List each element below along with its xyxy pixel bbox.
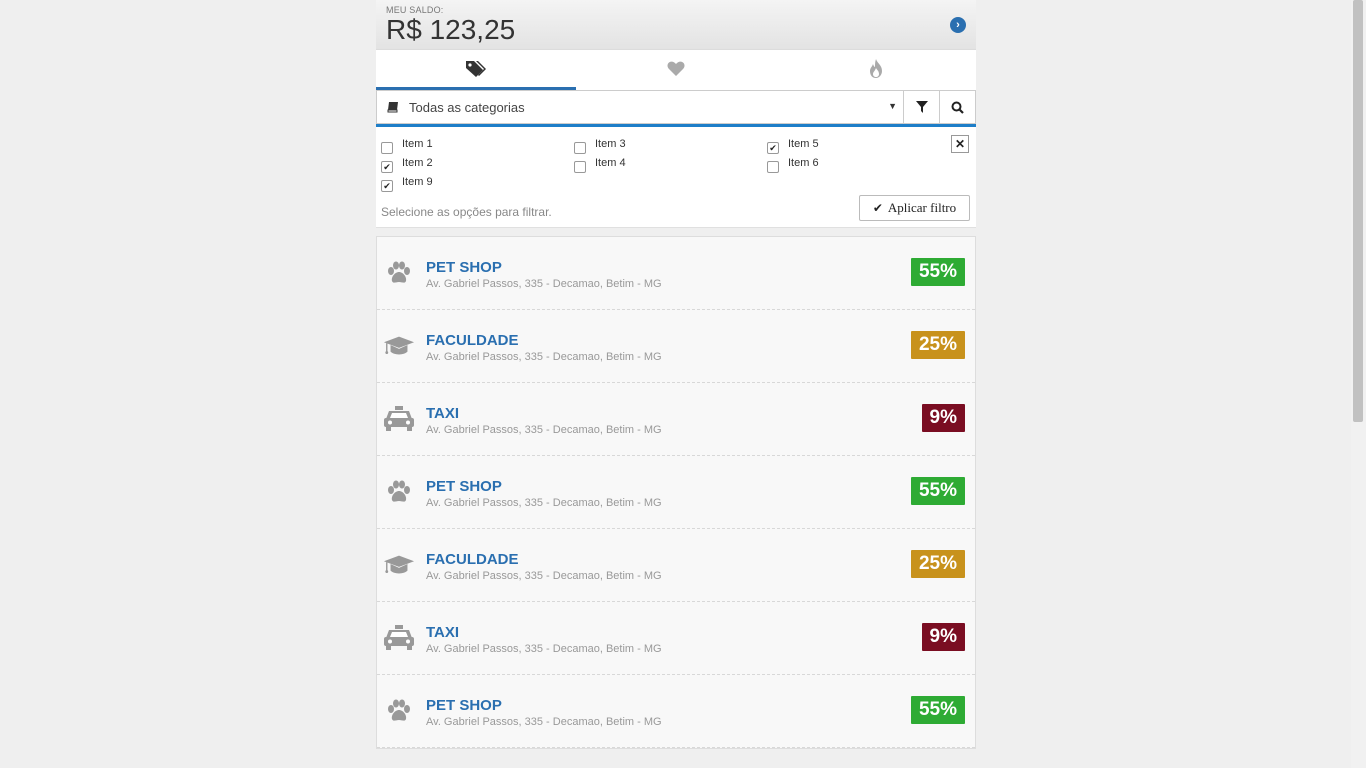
list-item[interactable]: TAXI Av. Gabriel Passos, 335 - Decamao, B… [377,602,975,675]
graduation-cap-icon [383,332,415,360]
taxi-icon [383,624,415,652]
place-name[interactable]: PET SHOP [426,697,502,714]
place-name[interactable]: TAXI [426,405,459,422]
discount-badge: 55% [910,477,965,505]
discount-badge: 55% [910,258,965,286]
search-icon [951,101,964,114]
paw-icon [383,259,415,287]
filter-option-label: Item 9 [402,176,433,188]
caret-down-icon: ▼ [888,101,897,111]
filter-checkbox[interactable] [381,142,393,154]
paw-icon [383,697,415,725]
category-select[interactable]: Todas as categorias ▼ [376,90,904,124]
filter-checkbox[interactable]: ✔ [381,180,393,192]
places-list: PET SHOP Av. Gabriel Passos, 335 - Decama… [376,236,976,749]
search-bar: Todas as categorias ▼ [376,90,976,127]
filter-button[interactable] [904,90,940,124]
place-address: Av. Gabriel Passos, 335 - Decamao, Betim… [426,570,662,582]
place-name[interactable]: PET SHOP [426,478,502,495]
filter-option-label: Item 1 [402,138,433,150]
filter-option[interactable]: Item 4 [574,157,626,173]
list-item[interactable]: FACULDADE Av. Gabriel Passos, 335 - Decam… [377,529,975,602]
search-button[interactable] [940,90,976,124]
app-container: MEU SALDO: R$ 123,25 › Todas as categori… [376,0,976,768]
tab-favorites[interactable] [576,50,776,90]
place-address: Av. Gabriel Passos, 335 - Decamao, Betim… [426,643,662,655]
filter-option[interactable]: Item 3 [574,138,626,154]
list-item[interactable]: TAXI Av. Gabriel Passos, 335 - Decamao, B… [377,383,975,456]
discount-badge: 55% [910,696,965,724]
filter-option-label: Item 5 [788,138,819,150]
place-name[interactable]: FACULDADE [426,332,519,349]
place-address: Av. Gabriel Passos, 335 - Decamao, Betim… [426,351,662,363]
filter-checkbox[interactable]: ✔ [381,161,393,173]
filter-checkbox[interactable] [574,161,586,173]
filter-option[interactable]: ✔ Item 2 [381,157,433,173]
chevron-right-icon[interactable]: › [950,17,966,33]
graduation-cap-icon [383,551,415,579]
taxi-icon [383,405,415,433]
book-icon [387,102,398,113]
filter-option-label: Item 4 [595,157,626,169]
filter-icon [915,101,928,113]
discount-badge: 25% [910,331,965,359]
discount-badge: 25% [910,550,965,578]
filter-option-label: Item 2 [402,157,433,169]
apply-filter-label: Aplicar filtro [887,200,957,215]
place-address: Av. Gabriel Passos, 335 - Decamao, Betim… [426,278,662,290]
filter-hint: Selecione as opções para filtrar. [381,205,552,219]
place-name[interactable]: FACULDADE [426,551,519,568]
filter-option-label: Item 6 [788,157,819,169]
filter-option[interactable]: Item 1 [381,138,433,154]
filter-checkbox[interactable] [574,142,586,154]
tab-offers[interactable] [376,50,576,90]
list-item[interactable]: FACULDADE Av. Gabriel Passos, 335 - Decam… [377,310,975,383]
place-address: Av. Gabriel Passos, 335 - Decamao, Betim… [426,424,662,436]
tab-hot[interactable] [776,50,976,90]
discount-badge: 9% [921,404,965,432]
filter-checkbox[interactable] [767,161,779,173]
place-address: Av. Gabriel Passos, 335 - Decamao, Betim… [426,716,662,728]
balance-amount: R$ 123,25 [386,14,516,45]
filter-checkbox[interactable]: ✔ [767,142,779,154]
tab-bar [376,50,976,90]
filter-option[interactable]: ✔ Item 9 [381,176,433,192]
filter-option[interactable]: ✔ Item 5 [767,138,819,154]
place-name[interactable]: TAXI [426,624,459,641]
list-item[interactable]: PET SHOP Av. Gabriel Passos, 335 - Decama… [377,237,975,310]
scrollbar-thumb[interactable] [1353,0,1363,422]
balance-header: MEU SALDO: R$ 123,25 › [376,0,976,50]
paw-icon [383,478,415,506]
place-address: Av. Gabriel Passos, 335 - Decamao, Betim… [426,497,662,509]
fire-icon [870,58,882,78]
check-icon: ✔ [872,201,883,215]
list-item[interactable]: PET SHOP Av. Gabriel Passos, 335 - Decama… [377,456,975,529]
discount-badge: 9% [921,623,965,651]
category-select-value: Todas as categorias [409,99,525,115]
apply-filter-button[interactable]: ✔ Aplicar filtro [859,195,970,221]
place-name[interactable]: PET SHOP [426,259,502,276]
close-icon[interactable]: ✕ [951,135,969,153]
filter-option-label: Item 3 [595,138,626,150]
filter-option[interactable]: Item 6 [767,157,819,173]
heart-icon [667,61,685,76]
tags-icon [466,60,486,77]
filter-panel: Item 1 Item 3 ✔ Item 5 ✔ Item 2 Item 4 Item 6 ✔ I… [376,127,976,228]
list-item[interactable]: PET SHOP Av. Gabriel Passos, 335 - Decama… [377,675,975,748]
page-scrollbar[interactable] [1351,0,1366,768]
